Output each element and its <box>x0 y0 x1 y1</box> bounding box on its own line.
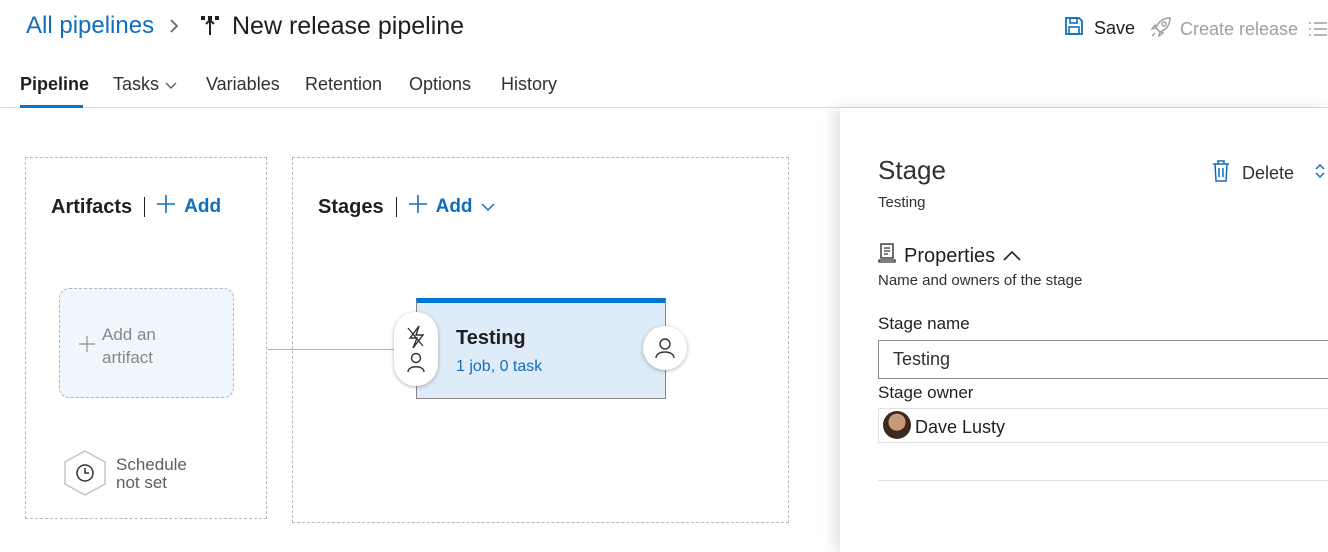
tab-history[interactable]: History <box>501 74 557 95</box>
properties-icon <box>878 243 896 269</box>
add-stage-link[interactable]: Add <box>408 194 495 220</box>
panel-title: Stage <box>878 155 946 185</box>
tab-retention[interactable]: Retention <box>305 74 382 95</box>
tab-pipeline[interactable]: Pipeline <box>20 74 89 95</box>
add-label: Add <box>435 196 473 217</box>
delete-label: Delete <box>1242 163 1295 183</box>
chevron-up-icon <box>1003 245 1021 268</box>
pipeline-icon <box>200 15 220 42</box>
add-label: Add <box>184 196 222 217</box>
schedule-line2: not set <box>116 473 168 492</box>
schedule-label: Schedule not set <box>116 456 206 492</box>
plus-icon <box>156 194 176 220</box>
add-artifact-button[interactable]: Add an artifact <box>59 288 234 398</box>
divider <box>144 197 146 217</box>
chevron-right-icon <box>168 18 180 39</box>
person-icon <box>655 338 675 359</box>
rocket-icon <box>1150 16 1172 43</box>
plus-icon <box>408 194 428 220</box>
tab-label: Retention <box>305 74 383 94</box>
tab-bar: Pipeline Tasks Variables Retention Optio… <box>0 70 1328 108</box>
header: All pipelines New release pipeline Save <box>0 0 1328 60</box>
avatar <box>883 411 911 439</box>
stage-owner-name: Dave Lusty <box>915 417 1006 437</box>
divider <box>395 197 397 217</box>
tab-label: Pipeline <box>20 74 90 94</box>
create-release-button[interactable]: Create release <box>1150 16 1298 43</box>
properties-description: Name and owners of the stage <box>878 272 1083 289</box>
properties-heading: Properties <box>904 244 996 267</box>
stage-name[interactable]: Testing <box>456 327 526 350</box>
save-button[interactable]: Save <box>1064 16 1135 41</box>
clock-icon <box>64 450 106 496</box>
add-artifact-line1: Add an <box>102 325 156 344</box>
stages-header: Stages Add <box>318 194 495 220</box>
tab-label: Variables <box>206 74 280 94</box>
schedule-line1: Schedule <box>116 455 187 474</box>
stage-card-testing[interactable] <box>416 298 666 399</box>
chevron-down-icon <box>481 196 495 218</box>
tab-variables[interactable]: Variables <box>206 74 280 95</box>
panel-subtitle: Testing <box>878 194 926 211</box>
save-label: Save <box>1094 18 1136 38</box>
active-tab-indicator <box>20 105 83 108</box>
chevron-down-icon <box>165 74 177 95</box>
artifacts-header: Artifacts Add <box>51 194 221 220</box>
breadcrumb-all-pipelines[interactable]: All pipelines <box>26 12 154 40</box>
plus-icon <box>78 335 96 358</box>
stage-name-input[interactable] <box>878 340 1328 379</box>
add-artifact-line2: artifact <box>102 348 154 367</box>
lightning-icon <box>407 325 425 349</box>
list-icon[interactable] <box>1308 20 1328 43</box>
pre-deployment-conditions[interactable] <box>394 312 438 386</box>
artifacts-heading: Artifacts <box>51 195 133 218</box>
stage-owner-label: Stage owner <box>878 383 974 402</box>
tab-label: Options <box>409 74 472 94</box>
updown-icon[interactable] <box>1314 162 1326 185</box>
stages-heading: Stages <box>318 195 384 218</box>
schedule-button[interactable] <box>62 449 108 502</box>
tab-options[interactable]: Options <box>409 74 471 95</box>
stage-name-label: Stage name <box>878 314 970 333</box>
save-icon <box>1064 16 1084 41</box>
properties-section-toggle[interactable]: Properties <box>878 243 1021 269</box>
post-deployment-conditions[interactable] <box>643 326 687 370</box>
divider <box>878 480 1328 481</box>
add-artifact-label: Add an artifact <box>102 323 182 369</box>
trash-icon <box>1212 160 1230 187</box>
pipeline-title: New release pipeline <box>232 12 465 40</box>
stage-job-summary[interactable]: 1 job, 0 task <box>456 358 542 376</box>
delete-button[interactable]: Delete <box>1212 160 1294 187</box>
tab-label: Tasks <box>113 74 160 94</box>
tab-label: History <box>501 74 558 94</box>
tab-tasks[interactable]: Tasks <box>113 74 177 95</box>
add-artifact-link[interactable]: Add <box>156 194 221 220</box>
person-icon <box>407 352 425 373</box>
create-release-label: Create release <box>1180 19 1299 39</box>
